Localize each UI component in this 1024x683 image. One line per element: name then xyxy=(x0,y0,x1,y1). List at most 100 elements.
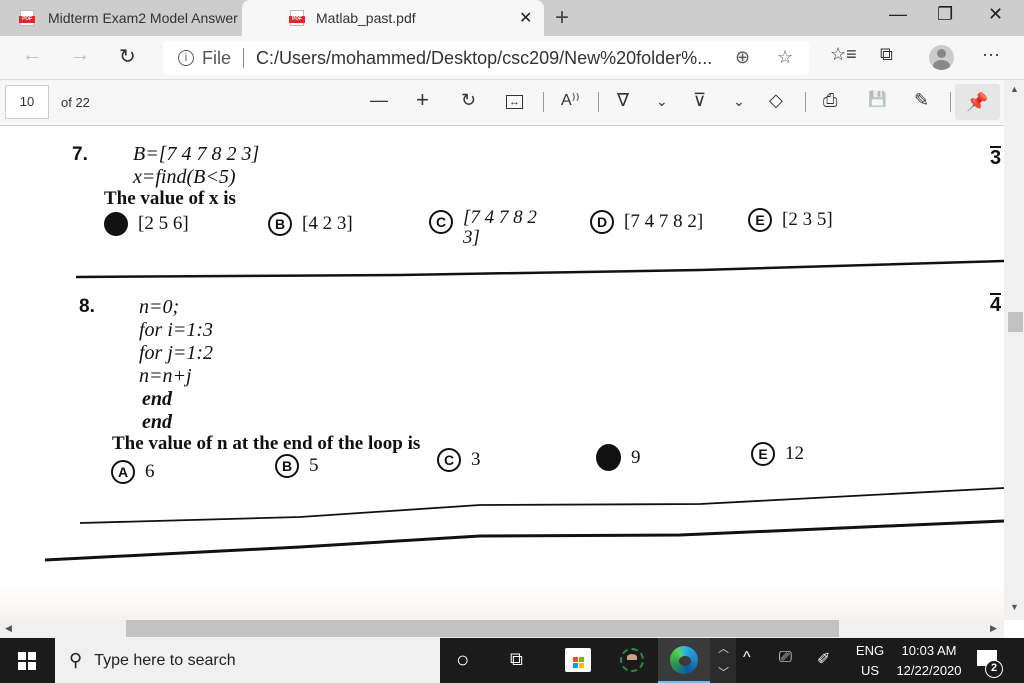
windows-logo-pane xyxy=(28,652,36,660)
new-tab-button[interactable]: + xyxy=(555,4,569,32)
answer-option-a[interactable]: A 6 xyxy=(111,460,155,484)
pdf-icon xyxy=(19,10,35,26)
code-line: for i=1:3 xyxy=(139,319,214,341)
option-text: 3 xyxy=(471,449,481,470)
close-tab-icon[interactable]: ✕ xyxy=(519,8,532,28)
zoom-out-button[interactable]: — xyxy=(370,90,388,111)
taskbar-overflow[interactable]: ︿ ﹀ xyxy=(710,638,736,683)
zoom-icon[interactable]: ⊕ xyxy=(735,47,750,68)
region-code: US xyxy=(860,663,880,678)
vertical-scroll-thumb[interactable] xyxy=(1008,312,1023,332)
zoom-in-button[interactable]: + xyxy=(416,87,429,113)
reload-button[interactable]: ↻ xyxy=(119,44,136,69)
more-menu-icon[interactable]: ··· xyxy=(982,44,1000,65)
answer-option-e[interactable]: E 12 xyxy=(751,442,804,466)
clock[interactable]: 10:03 AM 12/22/2020 xyxy=(890,641,968,681)
divider xyxy=(598,92,599,112)
pin-toolbar-button[interactable]: 📌 xyxy=(955,84,1000,120)
answer-option-c[interactable]: C 3 xyxy=(437,448,481,472)
option-text: 9 xyxy=(631,446,641,468)
tab-matlab-past[interactable]: Matlab_past.pdf ✕ xyxy=(242,0,544,36)
tab-midterm-exam2[interactable]: Midterm Exam2 Model Answer (C ✕ xyxy=(0,0,264,36)
code-line: end xyxy=(142,411,172,433)
option-text: 5 xyxy=(309,455,319,476)
close-window-button[interactable]: ✕ xyxy=(988,4,1003,25)
highlight-options-chevron-icon[interactable]: ⌄ xyxy=(733,93,745,110)
draw-options-chevron-icon[interactable]: ⌄ xyxy=(656,93,668,110)
windows-logo-pane xyxy=(28,662,36,670)
chevron-down-icon[interactable]: ﹀ xyxy=(718,664,729,680)
search-icon: ⚲ xyxy=(69,650,83,670)
fit-to-width-button[interactable]: ↔ xyxy=(506,95,523,109)
start-button[interactable] xyxy=(18,652,36,670)
address-bar-row: ← → ↻ i File C:/Users/mohammed/Desktop/c… xyxy=(0,36,1024,80)
app-icon[interactable] xyxy=(620,648,644,672)
address-bar[interactable]: i File C:/Users/mohammed/Desktop/csc209/… xyxy=(163,41,809,75)
windows-logo-pane xyxy=(18,652,26,660)
code-line: n=n+j xyxy=(139,365,192,387)
restore-button[interactable]: ❐ xyxy=(937,4,953,25)
collections-icon[interactable]: ⧉ xyxy=(880,44,893,65)
favorites-icon[interactable]: ☆≡ xyxy=(830,44,857,65)
pen-workspace-icon[interactable]: ✐ xyxy=(817,649,830,669)
forward-button[interactable]: → xyxy=(70,44,90,67)
print-button[interactable]: ⎙ xyxy=(823,90,837,111)
tab-label: Midterm Exam2 Model Answer (C xyxy=(48,10,238,26)
rotate-button[interactable]: ↻ xyxy=(461,90,476,111)
horizontal-scrollbar[interactable]: ◀ ▶ xyxy=(0,620,1004,638)
pdf-icon xyxy=(289,10,305,26)
code-line: n=0; xyxy=(139,296,180,318)
vertical-scrollbar[interactable]: ▲ ▼ xyxy=(1004,80,1024,620)
option-text: 6 xyxy=(145,461,155,482)
scroll-right-arrow-icon[interactable]: ▶ xyxy=(990,623,997,634)
task-view-icon[interactable]: ⧉ xyxy=(510,649,523,670)
erase-button[interactable]: ◇ xyxy=(769,90,783,111)
clock-date: 12/22/2020 xyxy=(896,663,962,678)
scroll-left-arrow-icon[interactable]: ◀ xyxy=(5,623,12,634)
scheme-label: File xyxy=(202,47,232,68)
info-icon[interactable]: i xyxy=(178,50,194,66)
divider-line xyxy=(44,519,1004,562)
answer-option-d[interactable]: 9 xyxy=(596,444,641,471)
score-value: 4 xyxy=(990,293,1002,316)
divider-line xyxy=(75,259,1004,279)
read-aloud-button[interactable]: A⁾⁾ xyxy=(561,90,580,110)
language-indicator[interactable]: ENG US xyxy=(852,641,888,681)
clock-time: 10:03 AM xyxy=(901,643,957,658)
meet-now-icon[interactable]: ⎚ xyxy=(779,649,792,667)
horizontal-scroll-thumb[interactable] xyxy=(126,620,839,637)
cortana-icon[interactable]: ○ xyxy=(456,647,469,673)
scroll-up-arrow-icon[interactable]: ▲ xyxy=(1010,84,1019,94)
save-as-button[interactable]: ✎ xyxy=(914,90,929,111)
windows-logo-pane xyxy=(18,662,26,670)
code-line: for j=1:2 xyxy=(139,342,214,364)
answer-option-b[interactable]: B 5 xyxy=(275,454,319,478)
browser-tab-bar: Midterm Exam2 Model Answer (C ✕ Matlab_p… xyxy=(0,0,1024,36)
edge-taskbar-button[interactable] xyxy=(658,638,710,683)
page-total-label: of 22 xyxy=(61,95,90,110)
question-prompt: The value of n at the end of the loop is xyxy=(112,433,421,454)
minimize-button[interactable]: — xyxy=(889,4,907,25)
show-hidden-icons-chevron[interactable]: ^ xyxy=(743,649,751,667)
pdf-toolbar: 10 of 22 — + ↻ ↔ A⁾⁾ ∇ ⌄ ⊽ ⌄ ◇ ⎙ 💾 ✎ 📌 xyxy=(0,80,1004,126)
divider xyxy=(805,92,806,112)
profile-avatar[interactable] xyxy=(929,45,954,70)
chevron-up-icon[interactable]: ︿ xyxy=(718,640,729,656)
page-number-input[interactable]: 10 xyxy=(5,85,49,119)
draw-button[interactable]: ∇ xyxy=(617,90,629,111)
answer-bubble: A xyxy=(111,460,135,484)
taskbar-search-box[interactable]: ⚲ Type here to search xyxy=(55,638,440,683)
url-text[interactable]: C:/Users/mohammed/Desktop/csc209/New%20f… xyxy=(256,48,712,69)
microsoft-store-icon[interactable] xyxy=(565,648,591,672)
divider-line xyxy=(79,487,1004,524)
notification-count-badge: 2 xyxy=(985,660,1003,678)
scroll-down-arrow-icon[interactable]: ▼ xyxy=(1010,602,1019,612)
edge-icon xyxy=(670,646,698,674)
favorite-star-icon[interactable]: ☆ xyxy=(777,47,793,68)
save-button[interactable]: 💾 xyxy=(868,90,887,108)
highlight-button[interactable]: ⊽ xyxy=(693,90,706,111)
divider xyxy=(543,92,544,112)
back-button[interactable]: ← xyxy=(22,44,42,67)
option-text: 12 xyxy=(785,443,804,464)
answer-bubble-filled xyxy=(596,444,621,471)
